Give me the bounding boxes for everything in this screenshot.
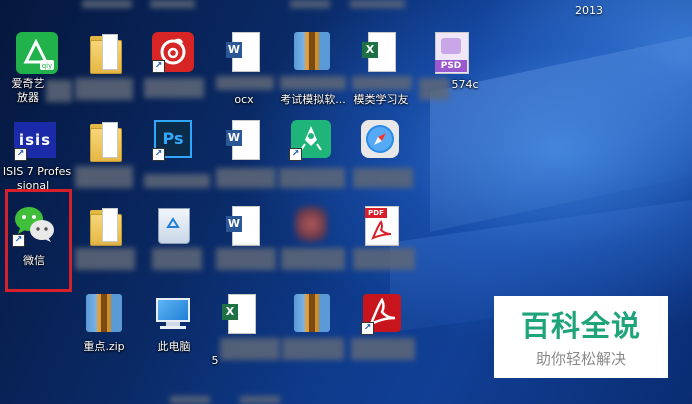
blurred-label bbox=[290, 0, 330, 8]
svg-text:qiy: qiy bbox=[42, 62, 53, 70]
icon-label: 574c bbox=[451, 78, 479, 91]
desktop-icon-folder[interactable] bbox=[75, 118, 133, 193]
desktop-icon-excel-row1[interactable]: X 模类学习友 bbox=[350, 30, 412, 106]
blurred-label bbox=[419, 78, 449, 100]
desktop-icon-pdf[interactable]: PDF bbox=[353, 204, 415, 276]
icon-label: 5 bbox=[211, 354, 219, 367]
icon-label: 此电脑 bbox=[157, 340, 191, 353]
shortcut-arrow-icon: ↗ bbox=[12, 234, 25, 247]
shortcut-arrow-icon: ↗ bbox=[152, 148, 165, 161]
blurred-label bbox=[75, 166, 133, 188]
shortcut-arrow-icon: ↗ bbox=[361, 322, 374, 335]
blurred-label bbox=[240, 396, 280, 404]
blurred-label bbox=[281, 248, 345, 270]
blurred-label bbox=[144, 78, 204, 98]
blurred-label bbox=[216, 248, 276, 270]
desktop-icon-wechat[interactable]: ↗ 微信 bbox=[8, 204, 66, 276]
desktop-icon-isis[interactable]: isis ↗ ISIS 7 Profes sional bbox=[2, 118, 72, 193]
desktop-icon-netease-music[interactable]: ↗ bbox=[144, 30, 204, 105]
desktop-icon-acrobat[interactable]: ↗ bbox=[351, 292, 415, 362]
desktop-icon-this-pc[interactable]: 此电脑 bbox=[146, 292, 202, 362]
icon-label: 微信 bbox=[23, 254, 45, 267]
blurred-label bbox=[150, 0, 195, 8]
desktop-icon-zip-row1[interactable]: 考试模拟软... bbox=[280, 30, 346, 106]
shortcut-arrow-icon: ↗ bbox=[289, 148, 302, 161]
blurred-label bbox=[279, 168, 345, 188]
desktop-icon-excel-row4[interactable]: X 5 bbox=[210, 292, 280, 367]
blurred-label bbox=[353, 168, 413, 188]
desktop-icon-safari[interactable] bbox=[353, 118, 413, 193]
iqiyi-icon: qiy bbox=[16, 32, 58, 74]
icon-label: 考试模拟软... bbox=[280, 93, 346, 106]
desktop-icon-psd[interactable]: PSD 574c bbox=[419, 30, 487, 105]
desktop-icon-zhongdian-zip[interactable]: 重点.zip bbox=[76, 292, 136, 362]
blurred-label bbox=[350, 0, 405, 8]
blurred-label bbox=[351, 338, 415, 360]
icon-label: ocx bbox=[234, 93, 254, 106]
blurred-label bbox=[280, 76, 346, 90]
desktop-icon-word-doc[interactable]: W bbox=[216, 118, 276, 193]
desktop-icon-recycle-bin[interactable] bbox=[150, 204, 202, 276]
desktop-icon-folder[interactable] bbox=[75, 204, 135, 276]
blurred-label bbox=[75, 248, 135, 270]
blurred-label bbox=[170, 396, 210, 404]
top-right-label: 2013 bbox=[575, 4, 603, 17]
blurred-label bbox=[144, 174, 210, 188]
blurred-label bbox=[75, 78, 133, 100]
blurred-label bbox=[282, 338, 344, 360]
desktop-icon-folder[interactable] bbox=[75, 30, 133, 105]
desktop-icon-rocket-app[interactable]: ↗ bbox=[279, 118, 345, 193]
app-icon bbox=[295, 206, 327, 242]
desktop-icon-photoshop[interactable]: Ps ↗ bbox=[144, 118, 210, 193]
shortcut-arrow-icon: ↗ bbox=[14, 148, 27, 161]
watermark-title: 百科全说 bbox=[520, 309, 641, 343]
desktop-icon-iqiyi[interactable]: qiy 爱奇艺 放器 bbox=[8, 30, 72, 105]
desktop-icon-zip-row4[interactable] bbox=[282, 292, 344, 362]
desktop-icon-word-doc[interactable]: W ocx bbox=[216, 30, 274, 106]
blurred-label bbox=[220, 338, 280, 360]
desktop-icon-word-doc[interactable]: W bbox=[216, 204, 276, 276]
blurred-label bbox=[46, 80, 72, 102]
blurred-label bbox=[216, 76, 274, 90]
watermark-subtitle: 助你轻松解决 bbox=[535, 350, 626, 368]
icon-label: 重点.zip bbox=[83, 340, 125, 353]
blurred-label bbox=[353, 248, 415, 270]
blurred-label bbox=[152, 248, 202, 270]
compass-icon bbox=[361, 120, 399, 158]
shortcut-arrow-icon: ↗ bbox=[152, 60, 165, 73]
blurred-label bbox=[82, 0, 132, 8]
blurred-label bbox=[352, 76, 412, 90]
icon-label: ISIS 7 Profes bbox=[2, 165, 72, 178]
blurred-label bbox=[216, 168, 276, 188]
watermark-box: 百科全说 助你轻松解决 bbox=[494, 296, 668, 378]
icon-label: 模类学习友 bbox=[353, 93, 409, 106]
desktop-icon-blurred-app[interactable] bbox=[281, 204, 345, 276]
